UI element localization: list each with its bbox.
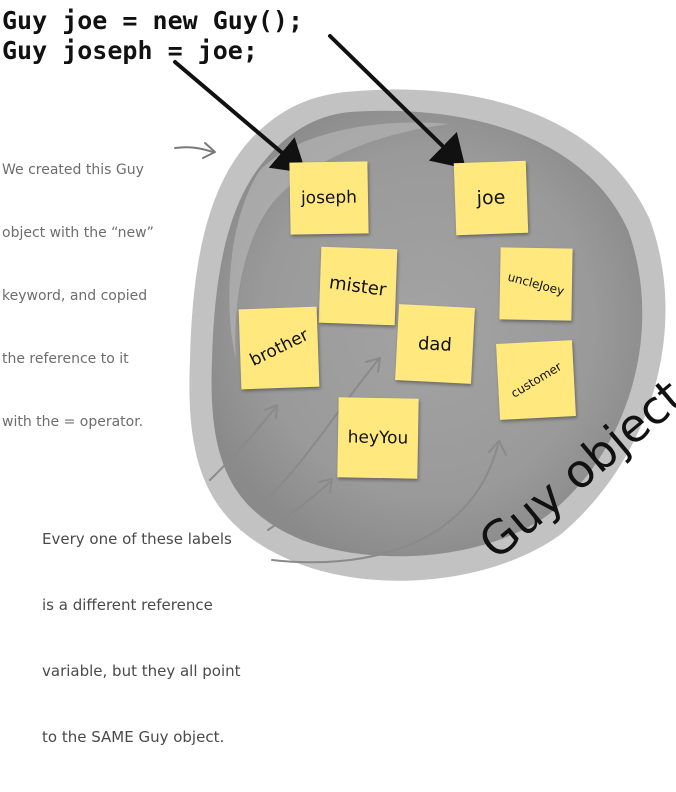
sticky-label: uncleJoey: [506, 269, 566, 299]
sticky-note-mister: mister: [318, 246, 398, 326]
sticky-label: mister: [328, 271, 388, 301]
diagram-canvas: Guy joe = new Guy(); Guy joseph = joe; W…: [0, 0, 676, 746]
annotation-bottom-line: Every one of these labels: [42, 530, 232, 548]
annotation-top: We created this Guy object with the “new…: [2, 118, 154, 475]
sticky-note-customer: customer: [496, 340, 576, 420]
sticky-label: heyYou: [347, 427, 409, 449]
sticky-note-dad: dad: [395, 304, 475, 384]
annotation-bottom-line: to the SAME Guy object.: [42, 728, 225, 746]
sticky-note-heyyou: heyYou: [337, 397, 419, 479]
sticky-note-unclejoey: uncleJoey: [499, 247, 573, 321]
sticky-label: joe: [476, 186, 506, 210]
annotation-top-line: We created this Guy: [2, 162, 144, 178]
note-arrow-top: [174, 146, 214, 153]
sticky-label: dad: [417, 332, 453, 356]
annotation-top-line: the reference to it: [2, 351, 129, 367]
sticky-note-joe: joe: [453, 160, 529, 236]
annotation-top-line: with the = operator.: [2, 414, 144, 430]
annotation-top-line: object with the “new”: [2, 225, 154, 241]
code-line-2: Guy joseph = joe;: [2, 36, 258, 65]
annotation-bottom: Every one of these labels is a different…: [42, 484, 241, 792]
sticky-note-brother: brother: [238, 306, 320, 390]
code-line-1: Guy joe = new Guy();: [2, 6, 304, 35]
sticky-label: joseph: [300, 187, 358, 209]
sticky-label: customer: [508, 359, 564, 401]
annotation-bottom-line: variable, but they all point: [42, 662, 241, 680]
sticky-label: brother: [246, 325, 312, 371]
annotation-top-line: keyword, and copied: [2, 288, 148, 304]
annotation-bottom-line: is a different reference: [42, 596, 213, 614]
sticky-note-joseph: joseph: [289, 161, 369, 235]
